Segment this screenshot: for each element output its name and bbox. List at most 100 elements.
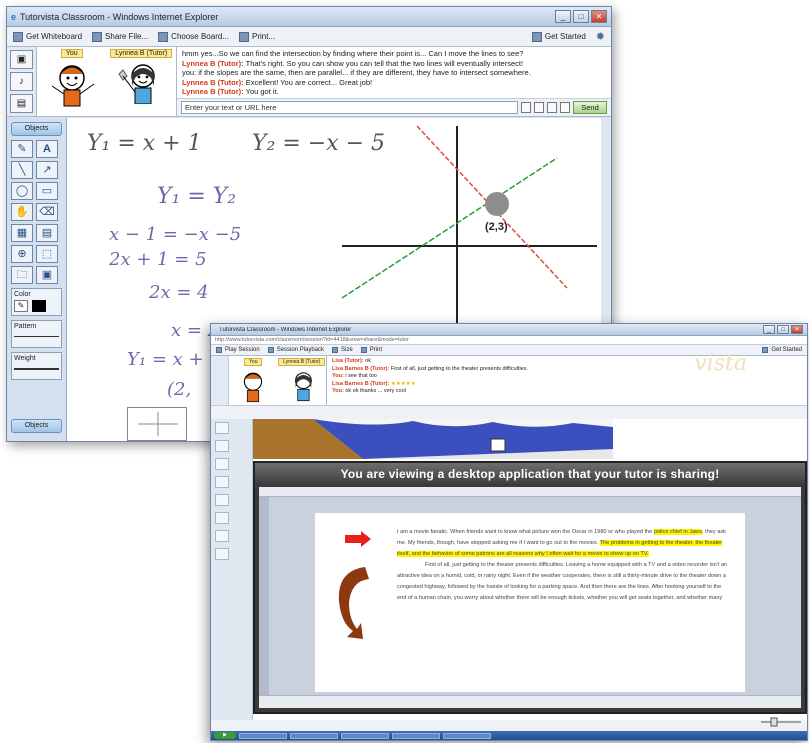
brown-curved-arrow-icon [338, 567, 369, 639]
share-banner: You are viewing a desktop application th… [255, 463, 805, 485]
student-avatar [51, 65, 95, 107]
color-picker[interactable]: Color ✎ [11, 288, 62, 316]
emoticon-button[interactable] [547, 102, 557, 113]
page-thumbnail[interactable] [127, 407, 187, 441]
equation-y1: Y₁ = x + 1 [87, 131, 202, 156]
minimize-button[interactable]: _ [555, 10, 571, 23]
shared-canvas[interactable]: You are viewing a desktop application th… [253, 419, 807, 720]
font-italic-button[interactable] [534, 102, 544, 113]
minimize-button[interactable]: _ [763, 325, 775, 334]
desktop-share-viewer: You are viewing a desktop application th… [253, 461, 807, 714]
send-button[interactable]: Send [573, 101, 607, 114]
play-session-button[interactable]: Play Session [216, 347, 260, 353]
settings-icon[interactable]: ✹ [596, 30, 605, 43]
close-button[interactable]: ✕ [791, 325, 803, 334]
hand-tool-icon[interactable]: ✋ [11, 203, 33, 221]
get-started-button[interactable]: Get Started [531, 31, 586, 42]
printer-icon [360, 347, 367, 353]
participant-tutor: Lynnea B (Tutor) [278, 356, 327, 405]
size-button[interactable]: Size [332, 347, 353, 353]
document-icon[interactable]: ▤ [10, 94, 33, 113]
participant-student: You [37, 47, 107, 116]
start-button[interactable]: ▶ [214, 732, 236, 739]
taskbar-item[interactable] [443, 732, 491, 739]
ellipse-tool-icon[interactable]: ◯ [11, 182, 33, 200]
chat-input[interactable]: Enter your text or URL here [181, 101, 518, 114]
classroom-toolbar: Get Whiteboard Share File... Choose Boar… [7, 27, 611, 47]
pen-tool-icon[interactable]: ✎ [11, 140, 33, 158]
arrow-tool-icon[interactable] [215, 476, 229, 488]
highlight-1: police chief in Jaws [653, 529, 703, 535]
share-file-button[interactable]: Share File... [92, 31, 148, 42]
word-status-bar [259, 695, 801, 708]
weight-picker[interactable]: Weight [11, 352, 62, 380]
zoom-tool-icon[interactable]: ⊕ [11, 245, 33, 263]
address-bar[interactable]: http://www.tutorvista.com/classroom/sess… [211, 336, 807, 345]
taskbar-item[interactable] [341, 732, 389, 739]
play-icon [216, 347, 222, 353]
print-button[interactable]: Print [360, 347, 382, 353]
annotation-arrows [338, 531, 371, 639]
equation-y2: Y₂ = −x − 5 [252, 131, 385, 156]
pen-tool-icon[interactable] [215, 422, 229, 434]
line-tool-icon[interactable] [215, 458, 229, 470]
image-tool-icon[interactable]: ▣ [36, 266, 58, 284]
maximize-button[interactable]: □ [777, 325, 789, 334]
select-tool-icon[interactable]: ⬚ [36, 245, 58, 263]
hand-tool-icon[interactable] [215, 530, 229, 542]
chat-message: You: ok ok thanks ... very cool [332, 388, 406, 394]
session-playback-button[interactable]: Session Playback [267, 347, 324, 353]
title-bar: Tutorvista Classroom - Windows Internet … [211, 324, 807, 336]
get-started-button[interactable]: Get Started [762, 347, 802, 353]
printer-icon [238, 31, 249, 42]
taskbar-item[interactable] [392, 732, 440, 739]
participant-student: You [229, 356, 278, 405]
left-scrollbar[interactable] [259, 497, 269, 708]
rectangle-tool-icon[interactable] [215, 512, 229, 524]
ellipse-tool-icon[interactable] [215, 494, 229, 506]
font-bold-button[interactable] [521, 102, 531, 113]
text-tool-icon[interactable]: A [36, 140, 58, 158]
taskbar-item[interactable] [239, 732, 287, 739]
zoom-slider[interactable] [759, 716, 803, 728]
line-tool-icon[interactable]: ╲ [11, 161, 33, 179]
size-icon [332, 347, 339, 353]
help-icon [762, 347, 769, 353]
objects-tab[interactable]: Objects [11, 122, 62, 136]
work-line-2: x − 1 = −x −5 [109, 224, 241, 245]
document-page: I am a movie fanatic. When friends want … [315, 513, 745, 692]
close-button[interactable]: ✕ [591, 10, 607, 23]
chat-message: Lynnea B (Tutor): Excellent! You are cor… [182, 77, 373, 87]
eraser-tool-icon[interactable]: ⌫ [36, 203, 58, 221]
audio-icon[interactable]: ♪ [10, 72, 33, 91]
arrow-tool-icon[interactable]: ↗ [36, 161, 58, 179]
window-title: Tutorvista Classroom - Windows Internet … [219, 326, 352, 333]
eraser-tool-icon[interactable] [215, 548, 229, 560]
table-tool-icon[interactable]: ▦ [11, 224, 33, 242]
tool-palette [211, 419, 253, 720]
choose-board-button[interactable]: Choose Board... [158, 31, 229, 42]
text-tool-icon[interactable] [215, 440, 229, 452]
side-icons [211, 356, 229, 405]
taskbar-item[interactable] [290, 732, 338, 739]
objects-tab-bottom[interactable]: Objects [11, 419, 62, 433]
chat-message: you: if the slopes are the same, then ar… [182, 68, 531, 77]
rectangle-tool-icon[interactable]: ▭ [36, 182, 58, 200]
camera-icon[interactable]: ▣ [10, 50, 33, 69]
screenshare-window: Tutorvista Classroom - Windows Internet … [210, 323, 808, 741]
color-button[interactable] [560, 102, 570, 113]
work-line-7: (2, [167, 379, 191, 400]
print-button[interactable]: Print... [238, 31, 275, 42]
folder-tool-icon[interactable]: 🗀 [11, 266, 33, 284]
playback-icon [267, 347, 274, 353]
maximize-button[interactable]: □ [573, 10, 589, 23]
rating-stars: ★★★★★ [390, 380, 416, 387]
work-line-4: 2x = 4 [148, 282, 209, 303]
pattern-picker[interactable]: Pattern [11, 320, 62, 348]
scene-illustration [253, 419, 613, 459]
current-color-swatch [32, 300, 46, 312]
grid-tool-icon[interactable]: ▤ [36, 224, 58, 242]
chat-message: Lynnea B (Tutor): That's right. So you c… [182, 58, 524, 68]
get-whiteboard-button[interactable]: Get Whiteboard [13, 31, 82, 42]
brand-logo: vista [694, 351, 747, 376]
